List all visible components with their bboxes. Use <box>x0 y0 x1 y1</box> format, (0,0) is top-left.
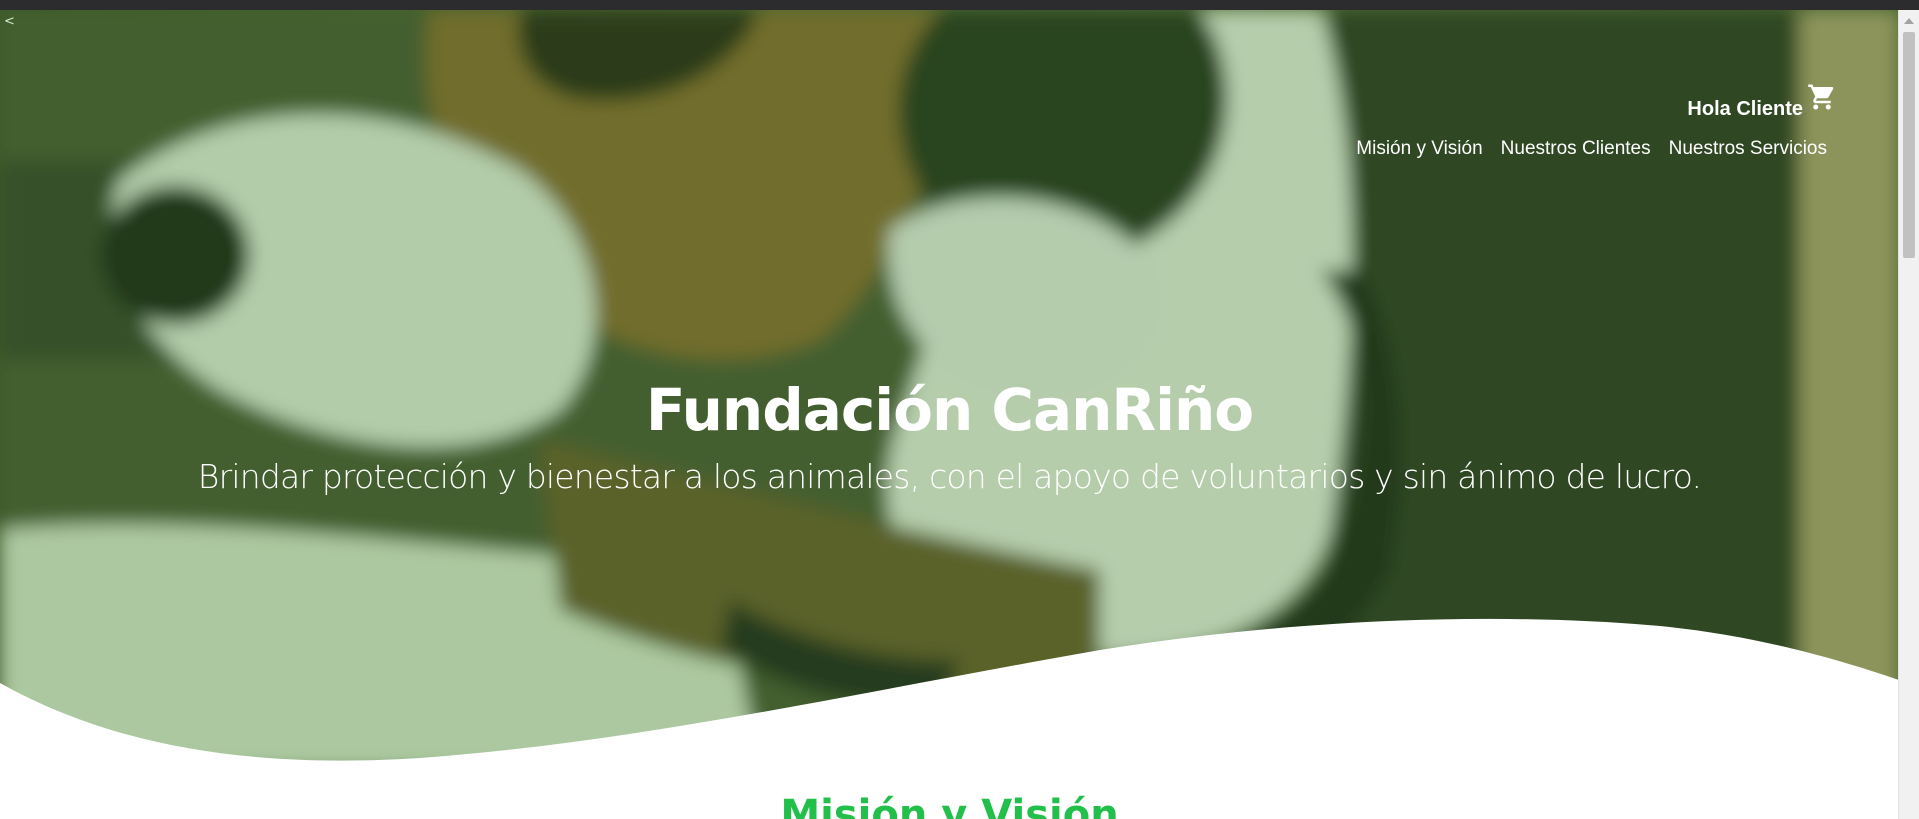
browser-chrome-bar <box>0 0 1919 10</box>
hero-banner: < Hola Cliente Misión y Visión Nuestros … <box>0 10 1899 770</box>
scrollbar-thumb[interactable] <box>1903 32 1915 258</box>
hero-bottom-wave <box>0 618 1899 770</box>
scroll-up-arrow-icon[interactable] <box>1904 18 1914 24</box>
page-viewport: < Hola Cliente Misión y Visión Nuestros … <box>0 10 1899 819</box>
section-heading-mision-vision: Misión y Visión <box>780 792 1119 819</box>
vertical-scrollbar[interactable] <box>1898 10 1919 819</box>
